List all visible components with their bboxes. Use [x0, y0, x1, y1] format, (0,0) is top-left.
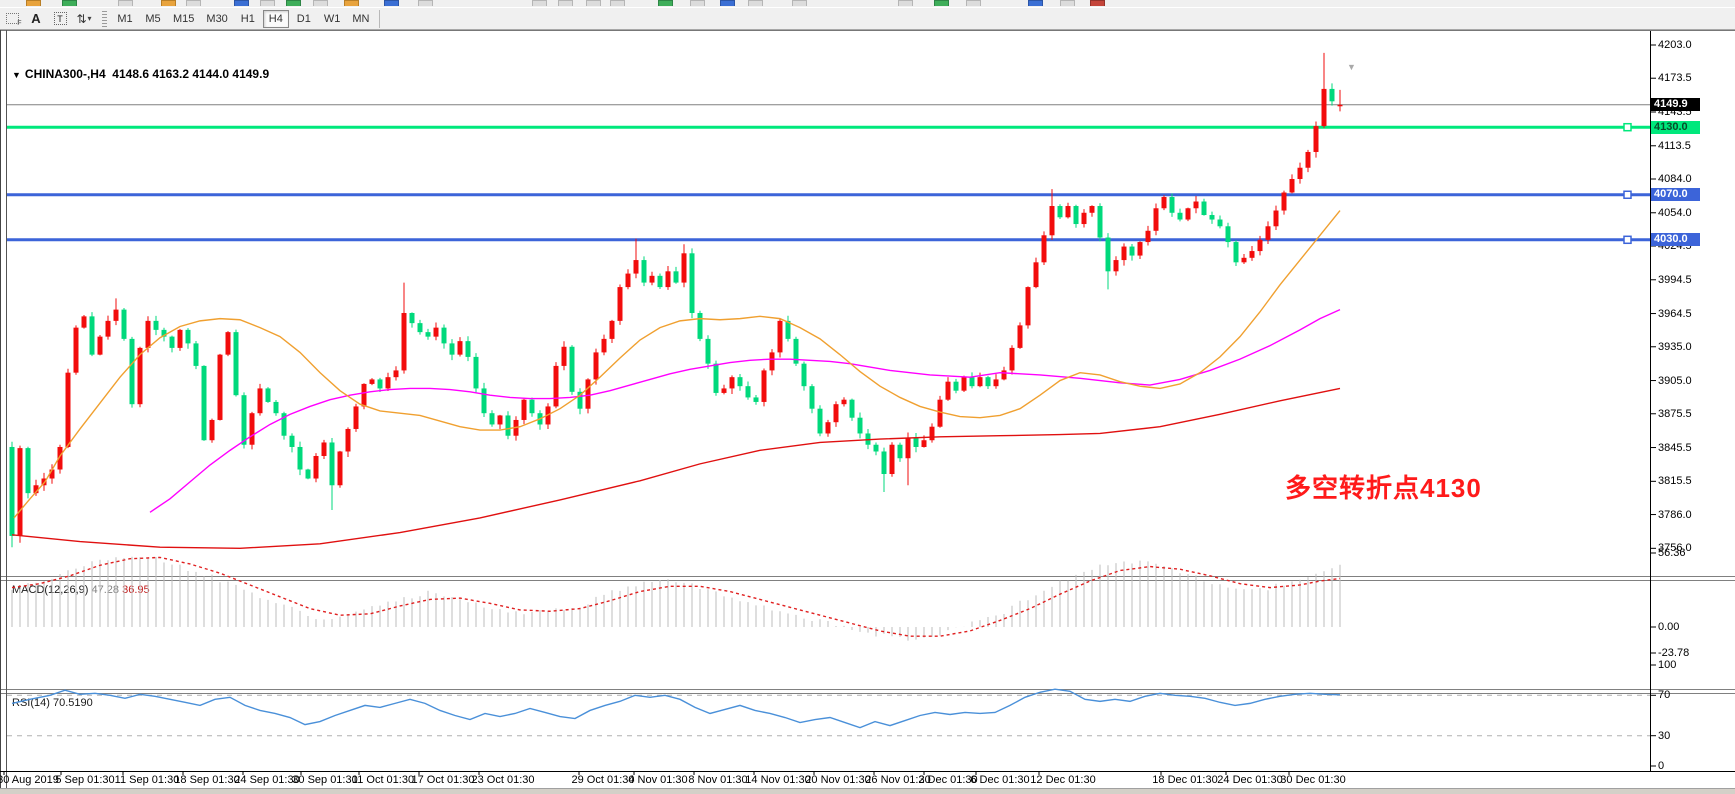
time-tick-label: 8 Nov 01:30	[688, 774, 747, 786]
rsi-axis-label: 0	[1658, 760, 1664, 772]
axis-ticks	[4, 45, 1656, 775]
price-tick-label: 3964.5	[1658, 308, 1692, 320]
ma-slow-red	[12, 388, 1340, 548]
time-tick-label: 24 Sep 01:30	[234, 774, 299, 786]
price-tick-label: 3935.0	[1658, 341, 1692, 353]
hline-drag-handle[interactable]	[1624, 236, 1631, 243]
rsi-axis-label: 70	[1658, 689, 1670, 701]
price-tick-label: 3815.5	[1658, 475, 1692, 487]
price-tick-label: 3994.5	[1658, 274, 1692, 286]
price-level-badge: 4030.0	[1651, 233, 1700, 246]
rsi-panel	[7, 689, 1650, 735]
time-tick-label: 18 Dec 01:30	[1152, 774, 1217, 786]
macd-axis-label: 0.00	[1658, 621, 1679, 633]
rsi-axis-label: 30	[1658, 730, 1670, 742]
time-tick-label: 18 Sep 01:30	[174, 774, 239, 786]
price-tick-label: 4084.0	[1658, 173, 1692, 185]
time-tick-label: 24 Dec 01:30	[1217, 774, 1282, 786]
time-tick-label: 30 Aug 2019	[0, 774, 59, 786]
price-level-badge: 4130.0	[1651, 121, 1700, 134]
ma-fast	[14, 211, 1340, 518]
time-tick-label: 17 Oct 01:30	[412, 774, 475, 786]
time-tick-label: 11 Sep 01:30	[115, 774, 180, 786]
time-tick-label: 14 Nov 01:30	[745, 774, 810, 786]
ma-slow	[12, 388, 1340, 548]
time-tick-label: 5 Sep 01:30	[55, 774, 114, 786]
macd-axis-label: -23.78	[1658, 647, 1689, 659]
price-level-badge: 4149.9	[1651, 98, 1700, 111]
price-tick-label: 3875.5	[1658, 408, 1692, 420]
hline-drag-handle[interactable]	[1624, 124, 1631, 131]
ma-fast-orange	[14, 211, 1340, 518]
price-tick-label: 3845.5	[1658, 442, 1692, 454]
time-tick-label: 30 Dec 01:30	[1280, 774, 1345, 786]
ma-mid	[150, 310, 1340, 513]
time-tick-label: 30 Sep 01:30	[292, 774, 357, 786]
price-tick-label: 4054.0	[1658, 207, 1692, 219]
status-strip	[0, 788, 1735, 794]
price-tick-label: 4173.5	[1658, 72, 1692, 84]
time-tick-label: 4 Nov 01:30	[628, 774, 687, 786]
time-tick-label: 23 Oct 01:30	[472, 774, 535, 786]
time-tick-label: 6 Dec 01:30	[970, 774, 1029, 786]
time-tick-label: 11 Oct 01:30	[352, 774, 414, 786]
rsi-axis-label: 100	[1658, 659, 1676, 671]
price-tick-label: 3905.0	[1658, 375, 1692, 387]
macd-axis-label: 56.36	[1658, 547, 1686, 559]
price-tick-label: 4113.5	[1658, 140, 1691, 152]
horizontal-lines	[7, 124, 1650, 244]
time-tick-label: 20 Nov 01:30	[805, 774, 870, 786]
price-tick-label: 4203.0	[1658, 39, 1692, 51]
chart-canvas[interactable]	[0, 0, 1735, 794]
hline-drag-handle[interactable]	[1624, 191, 1631, 198]
price-tick-label: 3786.0	[1658, 509, 1692, 521]
price-level-badge: 4070.0	[1651, 188, 1700, 201]
ma-mid-magenta	[150, 310, 1340, 513]
macd-panel	[12, 557, 1340, 641]
time-tick-label: 29 Oct 01:30	[572, 774, 635, 786]
time-tick-label: 2 Dec 01:30	[918, 774, 977, 786]
time-tick-label: 12 Dec 01:30	[1030, 774, 1095, 786]
